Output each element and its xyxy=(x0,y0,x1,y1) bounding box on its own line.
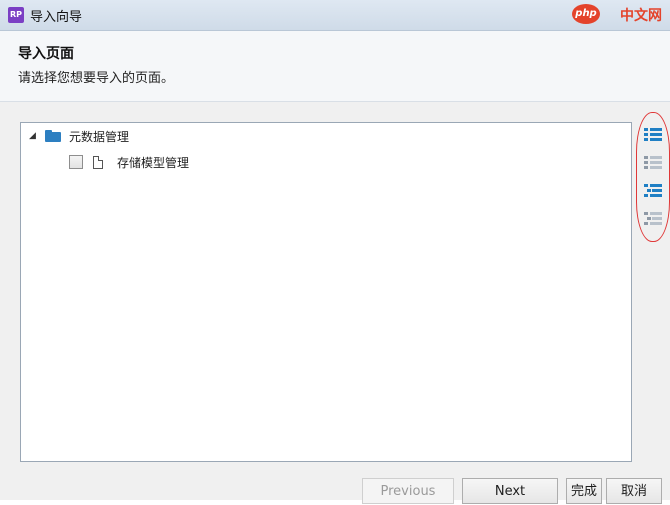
uncheck-children-icon[interactable] xyxy=(644,211,662,227)
page-title: 导入页面 xyxy=(18,46,74,62)
title-bar: RP 导入向导 php 中文网 xyxy=(0,0,670,31)
tree-node-child[interactable]: 存储模型管理 xyxy=(69,152,189,172)
expand-triangle-icon[interactable]: ◢ xyxy=(29,131,39,141)
page-subtitle: 请选择您想要导入的页面。 xyxy=(18,71,175,86)
page-tree: ◢ 元数据管理 存储模型管理 xyxy=(20,122,632,462)
cancel-button[interactable]: 取消 xyxy=(606,478,662,504)
tree-node-label: 元数据管理 xyxy=(69,129,130,144)
previous-button[interactable]: Previous xyxy=(362,478,454,504)
page-checkbox[interactable] xyxy=(69,155,83,169)
finish-button[interactable]: 完成 xyxy=(566,478,602,504)
folder-icon xyxy=(45,130,61,142)
uncheck-all-icon[interactable] xyxy=(644,155,662,171)
watermark-badge: php xyxy=(572,4,600,24)
next-button[interactable]: Next xyxy=(462,478,558,504)
app-icon: RP xyxy=(8,7,24,23)
wizard-body: ◢ 元数据管理 存储模型管理 xyxy=(0,102,670,500)
check-children-icon[interactable] xyxy=(644,183,662,199)
tree-node-root[interactable]: ◢ 元数据管理 xyxy=(29,126,129,146)
tree-node-label: 存储模型管理 xyxy=(117,155,190,170)
wizard-header: 导入页面 请选择您想要导入的页面。 xyxy=(0,31,670,102)
page-icon xyxy=(93,155,103,169)
watermark-brand: 中文网 xyxy=(620,8,662,24)
window-title: 导入向导 xyxy=(30,10,83,25)
check-all-icon[interactable] xyxy=(644,127,662,143)
selection-toolbar xyxy=(636,112,670,242)
